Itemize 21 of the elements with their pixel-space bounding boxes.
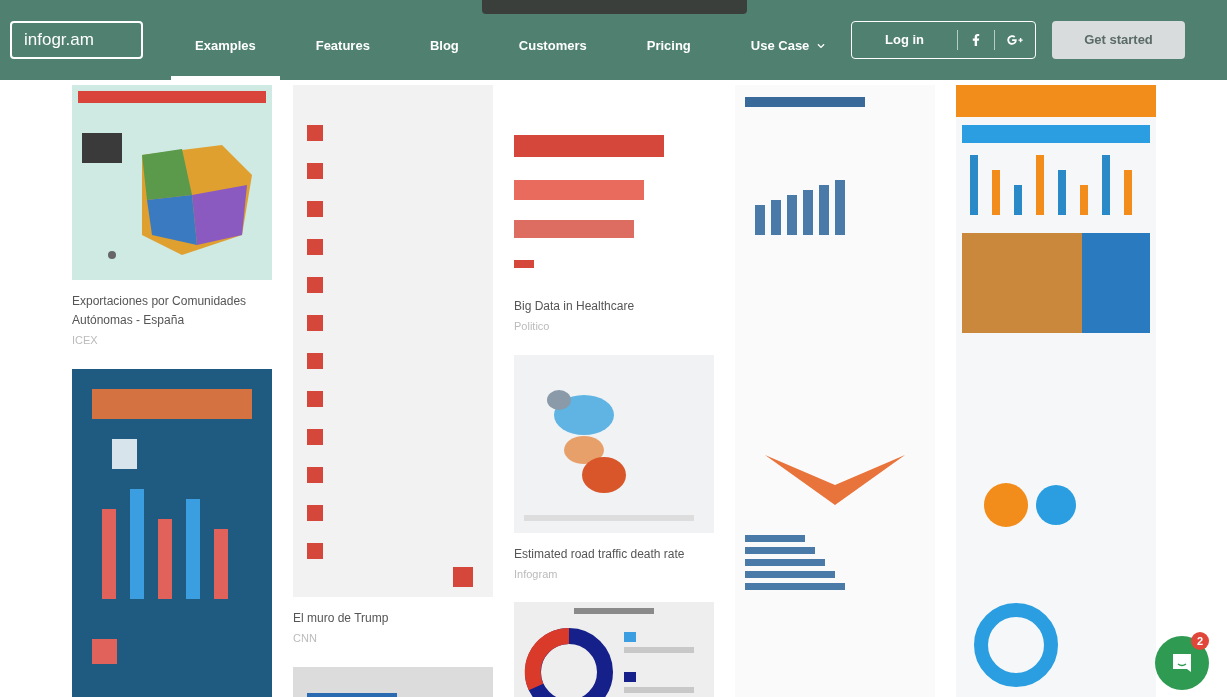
facebook-icon[interactable] (970, 34, 982, 46)
nav-link[interactable]: Features (291, 16, 394, 80)
card-source: CNN (293, 631, 318, 646)
chat-icon (1170, 651, 1194, 675)
card-title[interactable]: Exportaciones por Comunidades Autónomas - España (72, 292, 272, 330)
card-source: Politico (514, 319, 551, 334)
nav-link[interactable]: Examples (171, 16, 280, 80)
nav-link[interactable]: Pricing (622, 16, 715, 80)
card-source: ICEX (72, 333, 99, 348)
login-link[interactable]: Log in (852, 30, 957, 50)
card-title[interactable]: Big Data in Healthcare (514, 297, 714, 316)
card-title[interactable]: El muro de Trump (293, 609, 493, 628)
nav-link[interactable]: Blog (405, 16, 483, 80)
nav-link[interactable]: Use Case (726, 16, 850, 80)
google-plus-icon[interactable] (1007, 32, 1023, 48)
logo[interactable]: infogr.am (10, 21, 143, 59)
card-title[interactable]: Estimated road traffic death rate (514, 544, 714, 564)
card-source: Infogram (514, 566, 559, 582)
notification-badge: 2 (1191, 632, 1209, 650)
get-started-button[interactable]: Get started (1052, 21, 1185, 59)
nav-link[interactable]: Customers (494, 16, 611, 80)
